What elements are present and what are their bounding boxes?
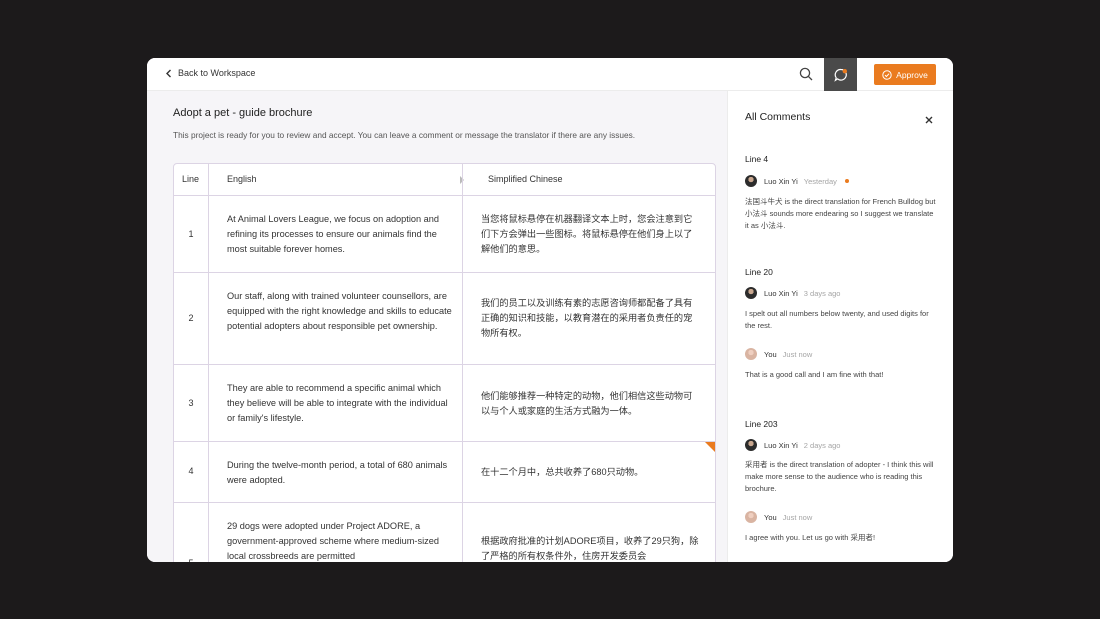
target-text[interactable]: 我们的员工以及训练有素的志愿咨询师都配备了具有正确的知识和技能，以教育潜在的采用…	[481, 296, 701, 341]
table-row[interactable]: 4 During the twelve-month period, a tota…	[174, 442, 715, 503]
target-text[interactable]: 根据政府批准的计划ADORE项目，收养了29只狗，除了严格的所有权条件外，住房开…	[481, 534, 701, 562]
header-target-language: Simplified Chinese	[488, 174, 563, 184]
comment-text: 法国斗牛犬 is the direct translation for Fren…	[745, 197, 936, 230]
comment-time: Yesterday	[803, 176, 837, 186]
comment-group-line[interactable]: Line 203	[745, 419, 778, 429]
comment-author: Luo Xin Yi	[764, 440, 798, 450]
comments-toggle-button[interactable]	[824, 58, 857, 91]
search-icon	[799, 67, 813, 81]
table-header: Line English Simplified Chinese	[174, 164, 715, 196]
target-text[interactable]: 他们能够推荐一种特定的动物，他们相信这些动物可以与个人或家庭的生活方式融为一体。	[481, 389, 701, 419]
line-number: 2	[188, 313, 194, 323]
comment-author: Luo Xin Yi	[764, 176, 798, 186]
target-text[interactable]: 在十二个月中，总共收养了680只动物。	[481, 465, 701, 480]
comments-panel: All Comments Line 4 Luo Xin Yi Yesterday…	[727, 91, 953, 562]
back-to-workspace-link[interactable]: Back to Workspace	[165, 68, 255, 78]
chevron-left-icon	[166, 69, 171, 77]
comment-text: 采用者 is the direct translation of adopter…	[745, 460, 934, 493]
source-text: They are able to recommend a specific an…	[227, 383, 448, 423]
comment-header: You Just now	[745, 348, 812, 360]
comment-time: 3 days ago	[803, 288, 841, 298]
line-number: 3	[188, 398, 194, 408]
source-text: At Animal Lovers League, we focus on ado…	[227, 214, 439, 254]
comment-time: 2 days ago	[803, 440, 841, 450]
unread-dot	[844, 179, 849, 183]
app-window: Back to Workspace Approve Adopt a pet - …	[147, 58, 953, 562]
comment-group-line[interactable]: Line 4	[745, 154, 768, 164]
source-text: 29 dogs were adopted under Project ADORE…	[227, 521, 439, 561]
header-source-language: English	[227, 174, 257, 184]
table-row[interactable]: 2 Our staff, along with trained voluntee…	[174, 273, 715, 365]
avatar	[745, 348, 757, 360]
avatar	[745, 175, 757, 187]
approve-label: Approve	[896, 69, 928, 80]
close-button[interactable]	[924, 112, 934, 124]
comments-title: All Comments	[745, 111, 811, 123]
comment-group-line[interactable]: Line 20	[745, 267, 773, 277]
main-content: Adopt a pet - guide brochure This projec…	[147, 91, 727, 562]
comment-text: I spelt out all numbers below twenty, an…	[745, 309, 929, 330]
comment-flag-icon[interactable]	[705, 442, 715, 452]
project-title: Adopt a pet - guide brochure	[173, 107, 313, 119]
comment-author: You	[764, 512, 777, 522]
avatar	[745, 511, 757, 523]
source-text: Our staff, along with trained volunteer …	[227, 291, 452, 331]
line-number: 1	[188, 229, 194, 239]
line-number: 5	[174, 558, 208, 562]
header-line: Line	[182, 174, 200, 184]
comment-time: Just now	[782, 349, 813, 359]
comment-time: Just now	[782, 512, 813, 522]
comment-author: Luo Xin Yi	[764, 288, 798, 298]
target-text[interactable]: 当您将鼠标悬停在机器翻译文本上时，您会注意到它们下方会弹出一些图标。将鼠标悬停在…	[481, 212, 701, 257]
avatar	[745, 287, 757, 299]
comment-header: Luo Xin Yi Yesterday	[745, 175, 849, 187]
table-row[interactable]: 3 They are able to recommend a specific …	[174, 365, 715, 442]
table-row[interactable]: 5 29 dogs were adopted under Project ADO…	[174, 503, 715, 562]
comment-text: I agree with you. Let us go with 采用者!	[745, 533, 876, 542]
comment-text: That is a good call and I am fine with t…	[745, 370, 884, 379]
comment-header: Luo Xin Yi 2 days ago	[745, 439, 840, 451]
project-description: This project is ready for you to review …	[173, 130, 636, 140]
comment-header: Luo Xin Yi 3 days ago	[745, 287, 840, 299]
comment-icon	[833, 68, 847, 82]
line-number: 4	[188, 466, 194, 476]
search-button[interactable]	[798, 66, 814, 82]
avatar	[745, 439, 757, 451]
approve-button[interactable]: Approve	[874, 64, 936, 85]
close-icon	[925, 116, 933, 124]
translation-table: Line English Simplified Chinese 1 At Ani…	[173, 163, 716, 562]
top-bar: Back to Workspace Approve	[147, 58, 953, 91]
comment-header: You Just now	[745, 511, 812, 523]
source-text: During the twelve-month period, a total …	[227, 460, 448, 485]
check-circle-icon	[882, 69, 892, 80]
table-row[interactable]: 1 At Animal Lovers League, we focus on a…	[174, 196, 715, 273]
back-label: Back to Workspace	[178, 68, 256, 78]
comment-author: You	[764, 349, 777, 359]
